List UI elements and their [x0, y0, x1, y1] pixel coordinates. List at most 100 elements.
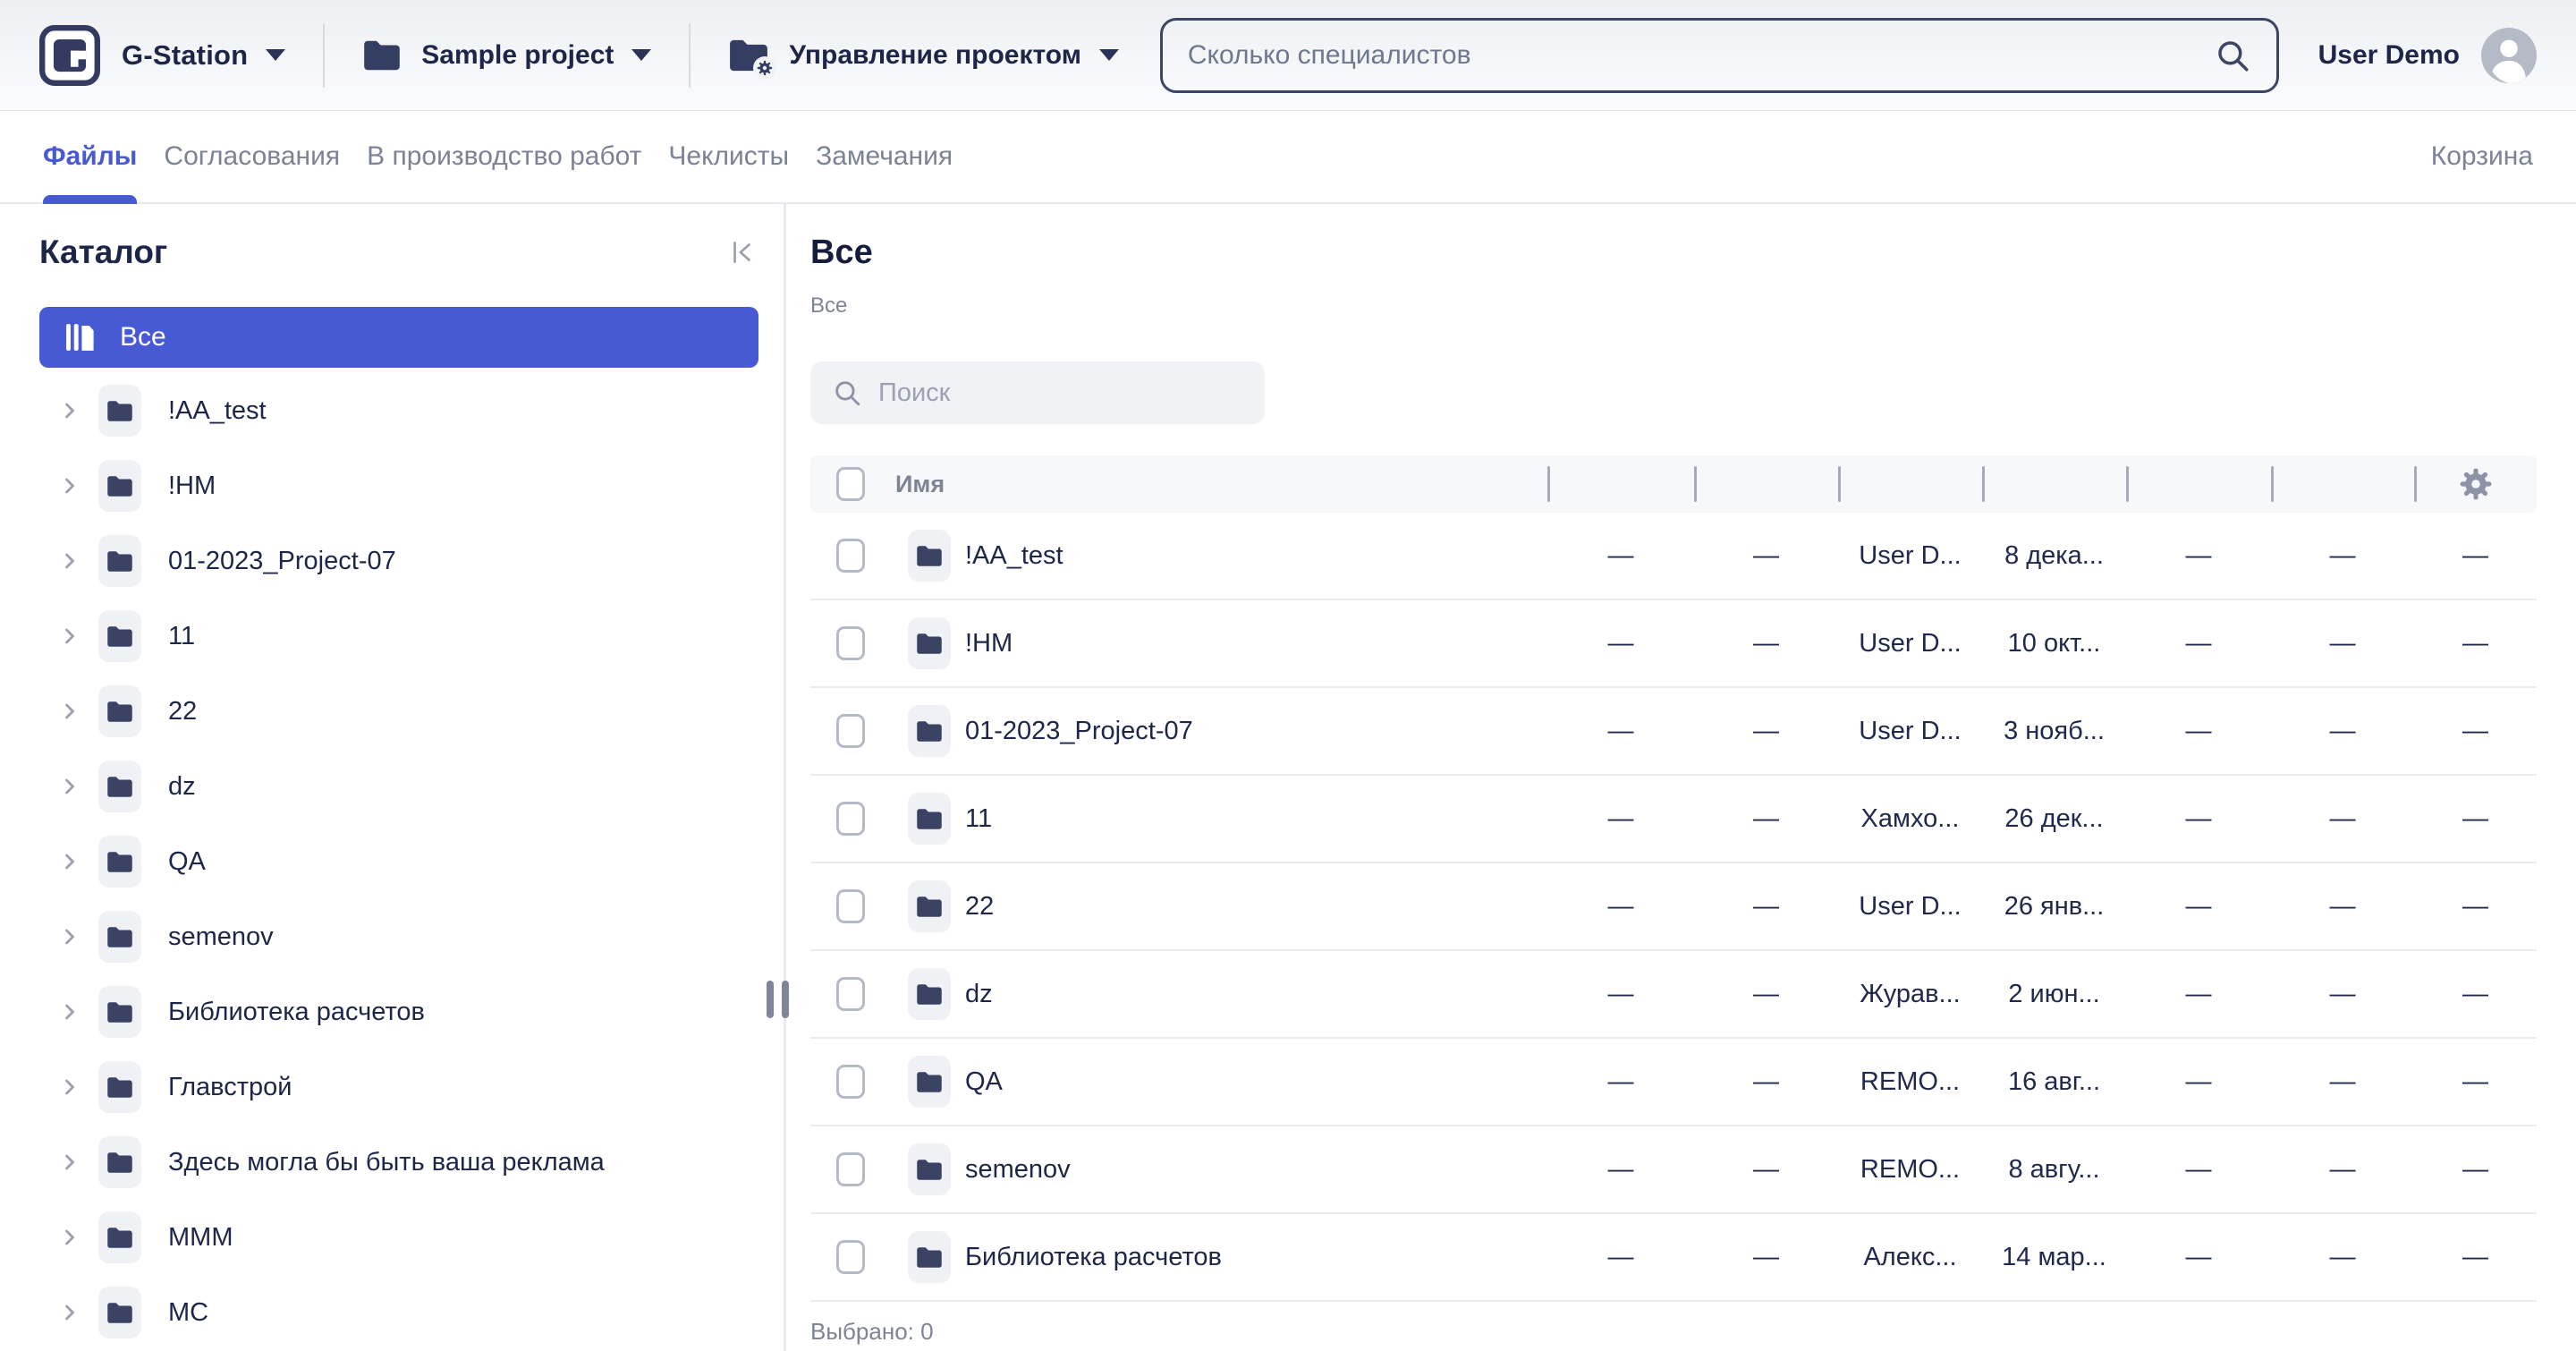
table-row[interactable]: QA — — REMO... 16 авг... — — — — [810, 1039, 2537, 1126]
chevron-right-icon[interactable] — [57, 999, 82, 1024]
trash-link[interactable]: Корзина — [2431, 141, 2533, 172]
tab[interactable]: Чеклисты — [668, 111, 789, 202]
chevron-right-icon[interactable] — [57, 473, 82, 498]
chevron-right-icon[interactable] — [57, 548, 82, 574]
row-cell: — — [2462, 628, 2488, 658]
tree-folder-item[interactable]: МММ — [39, 1200, 758, 1275]
tab-label: В производство работ — [367, 141, 642, 171]
tree-folder-item[interactable]: 11 — [39, 599, 758, 674]
row-cell-owner: User D... — [1859, 628, 1962, 658]
breadcrumb[interactable]: Все — [810, 293, 2537, 319]
row-cell: — — [2185, 716, 2212, 745]
app-name: G-Station — [122, 38, 249, 71]
tab[interactable]: В производство работ — [367, 111, 641, 202]
tree-folder-item[interactable]: Здесь могла бы быть ваша реклама — [39, 1125, 758, 1200]
row-checkbox[interactable] — [836, 977, 865, 1011]
user-name: User Demo — [2318, 39, 2460, 70]
row-checkbox[interactable] — [836, 889, 865, 923]
chevron-right-icon[interactable] — [57, 1300, 82, 1325]
row-checkbox[interactable] — [836, 539, 865, 573]
folder-icon-chip — [908, 880, 951, 932]
table-header: Имя — [810, 455, 2537, 513]
tree-folder-item[interactable]: !AA_test — [39, 373, 758, 448]
tree-folder-item[interactable]: QA — [39, 824, 758, 899]
column-resize-handle[interactable] — [1838, 466, 1841, 502]
row-checkbox[interactable] — [836, 1152, 865, 1186]
column-resize-handle[interactable] — [1982, 466, 1985, 502]
table-row[interactable]: !AA_test — — User D... 8 дека... — — — — [810, 513, 2537, 600]
project-selector[interactable]: Sample project — [362, 39, 652, 72]
row-name[interactable]: QA — [965, 1067, 1003, 1097]
tree-folder-item[interactable]: Главстрой — [39, 1049, 758, 1125]
sidebar-item-all[interactable]: Все — [39, 307, 758, 368]
table-row[interactable]: Библиотека расчетов — — Алекс... 14 мар.… — [810, 1214, 2537, 1302]
table-row[interactable]: !HM — — User D... 10 окт... — — — — [810, 600, 2537, 688]
tree-folder-item[interactable]: 01-2023_Project-07 — [39, 523, 758, 599]
column-resize-handle[interactable] — [1694, 466, 1697, 502]
tab-label: Чеклисты — [668, 141, 790, 171]
module-selector[interactable]: Управление проектом — [728, 38, 1119, 80]
avatar[interactable] — [2481, 27, 2537, 83]
row-checkbox[interactable] — [836, 626, 865, 660]
chevron-right-icon[interactable] — [57, 924, 82, 949]
table-row[interactable]: 01-2023_Project-07 — — User D... 3 нояб.… — [810, 688, 2537, 776]
tree-folder-item[interactable]: МС — [39, 1275, 758, 1350]
row-name[interactable]: dz — [965, 980, 993, 1009]
tree-folder-label: Библиотека расчетов — [168, 997, 425, 1026]
chevron-right-icon[interactable] — [57, 398, 82, 423]
row-cell: — — [2185, 891, 2212, 921]
table-row[interactable]: dz — — Журав... 2 июн... — — — — [810, 951, 2537, 1039]
row-cell: — — [1607, 1066, 1634, 1096]
tab[interactable]: Замечания — [816, 111, 953, 202]
tree-folder-item[interactable]: semenov — [39, 899, 758, 974]
tree-folder-item[interactable]: 22 — [39, 674, 758, 749]
g-station-logo-icon[interactable] — [39, 24, 100, 86]
search-icon[interactable] — [2214, 37, 2251, 74]
column-resize-handle[interactable] — [2271, 466, 2274, 502]
table-row[interactable]: 11 — — Хамхо... 26 дек... — — — — [810, 776, 2537, 863]
table-row[interactable]: semenov — — REMO... 8 авгу... — — — — [810, 1126, 2537, 1214]
row-name[interactable]: 22 — [965, 892, 994, 922]
tab[interactable]: Согласования — [164, 111, 340, 202]
row-name[interactable]: !AA_test — [965, 541, 1063, 571]
row-name[interactable]: Библиотека расчетов — [965, 1243, 1222, 1272]
tree-folder-item[interactable]: dz — [39, 749, 758, 824]
row-checkbox[interactable] — [836, 714, 865, 748]
tab[interactable]: Файлы — [43, 111, 138, 204]
row-name[interactable]: 01-2023_Project-07 — [965, 717, 1193, 746]
select-all-checkbox[interactable] — [836, 467, 865, 501]
column-resize-handle[interactable] — [2414, 466, 2417, 502]
table-row[interactable]: 22 — — User D... 26 янв... — — — — [810, 863, 2537, 951]
chevron-right-icon[interactable] — [57, 1150, 82, 1175]
tree-folder-item[interactable]: !HM — [39, 448, 758, 523]
files-search-input[interactable] — [878, 378, 1243, 408]
row-cell: — — [2329, 716, 2356, 745]
chevron-right-icon[interactable] — [57, 699, 82, 724]
tree-folder-item[interactable]: Библиотека расчетов — [39, 974, 758, 1049]
chevron-right-icon[interactable] — [57, 774, 82, 799]
row-cell: — — [2185, 803, 2212, 833]
user-menu[interactable]: User Demo — [2318, 27, 2537, 83]
row-checkbox[interactable] — [836, 802, 865, 836]
row-cell: — — [2329, 1154, 2356, 1184]
row-name[interactable]: 11 — [965, 804, 992, 834]
collapse-panel-icon[interactable] — [726, 236, 758, 268]
row-checkbox[interactable] — [836, 1240, 865, 1274]
folder-icon-chip — [98, 535, 141, 587]
gear-icon[interactable] — [2456, 464, 2496, 504]
chevron-right-icon[interactable] — [57, 1075, 82, 1100]
column-resize-handle[interactable] — [1547, 466, 1550, 502]
column-resize-handle[interactable] — [2126, 466, 2129, 502]
global-search-input[interactable] — [1187, 39, 2214, 71]
chevron-right-icon[interactable] — [57, 1225, 82, 1250]
chevron-right-icon[interactable] — [57, 849, 82, 874]
chevron-down-icon[interactable] — [266, 49, 286, 61]
folder-icon — [917, 545, 942, 566]
row-checkbox[interactable] — [836, 1065, 865, 1099]
folder-icon-chip — [908, 530, 951, 582]
column-header-name[interactable]: Имя — [895, 471, 945, 498]
chevron-right-icon[interactable] — [57, 624, 82, 649]
row-cell: — — [2185, 979, 2212, 1008]
row-name[interactable]: semenov — [965, 1155, 1071, 1185]
row-name[interactable]: !HM — [965, 629, 1013, 659]
